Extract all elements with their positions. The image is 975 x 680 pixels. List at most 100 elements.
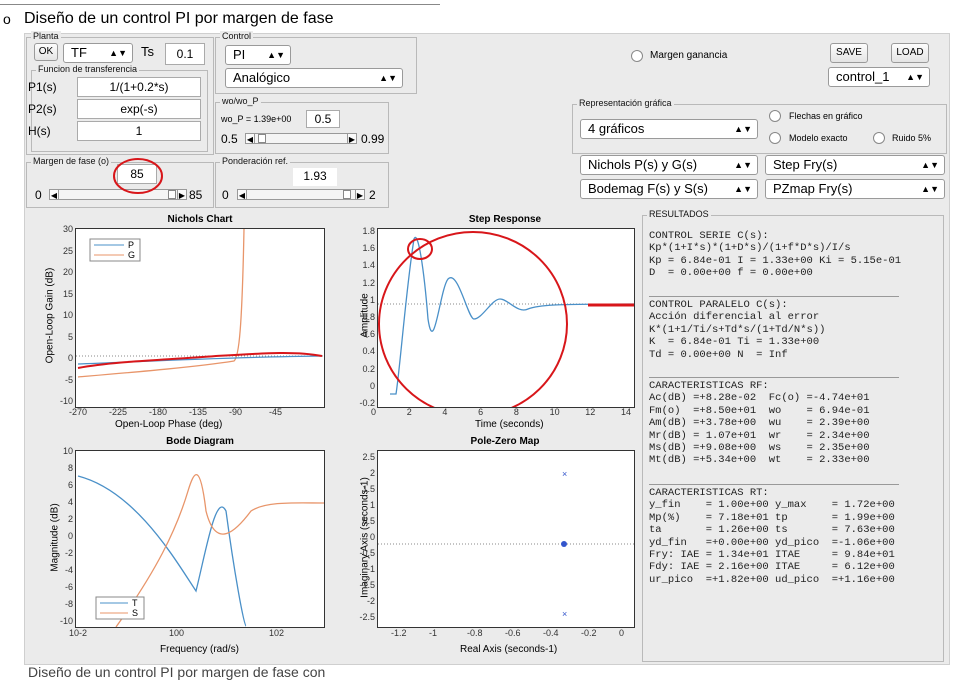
pz-y-tick: 1.5 <box>362 484 375 494</box>
slider-left-arrow-icon[interactable]: ◀ <box>49 189 59 200</box>
nichols-y-tick: 15 <box>62 288 73 299</box>
pz-xlabel: Real Axis (seconds-1) <box>460 644 558 655</box>
p2-field[interactable]: exp(-s) <box>77 99 201 119</box>
step-y-tick: 0.8 <box>362 312 375 322</box>
graficos-select[interactable]: 4 gráficos ▲▼ <box>580 119 758 139</box>
control-group-title: Control <box>220 31 254 41</box>
step-y-tick: 1.2 <box>362 277 375 288</box>
pole-marker-upper: × <box>562 469 567 479</box>
nichols-y-tick: 30 <box>62 224 73 234</box>
step-x-tick: 10 <box>549 407 560 417</box>
doc-title: Diseño de un control PI por margen de fa… <box>24 10 334 27</box>
control-type-select[interactable]: PI ▲▼ <box>225 45 291 65</box>
modelo-exacto-radio[interactable] <box>769 132 781 144</box>
bode-y-tick: -10 <box>59 616 73 626</box>
chevron-updown-icon: ▲▼ <box>921 184 939 194</box>
pz-y-tick: -0.5 <box>359 548 375 558</box>
flechas-label: Flechas en gráfico <box>789 111 863 121</box>
step-x-tick: 8 <box>513 407 519 417</box>
plot1-select[interactable]: Nichols P(s) y G(s) ▲▼ <box>580 155 758 175</box>
ponderacion-slider[interactable]: ◀ ▶ <box>237 189 365 200</box>
flechas-radio[interactable] <box>769 110 781 122</box>
h-field[interactable]: 1 <box>77 121 201 141</box>
doc-bullet: o <box>3 11 11 27</box>
wo-field[interactable]: 0.5 <box>306 110 340 128</box>
plot1-value: Nichols P(s) y G(s) <box>588 157 698 172</box>
pz-y-tick: 2.5 <box>362 452 375 462</box>
ok-button[interactable]: OK <box>34 43 58 61</box>
pz-x-tick: 0 <box>619 628 625 638</box>
control-mode-select[interactable]: Analógico ▲▼ <box>225 68 403 88</box>
margen-ganancia-radio[interactable] <box>631 50 643 62</box>
ponderacion-field[interactable]: 1.93 <box>293 168 337 186</box>
nichols-y-tick: 10 <box>62 310 73 320</box>
step-x-tick: 4 <box>442 407 448 417</box>
legend-p-label: P <box>128 240 134 250</box>
ts-field[interactable]: 0.1 <box>165 43 205 65</box>
pz-y-tick: -2 <box>366 596 375 606</box>
step-y-tick: 0 <box>369 380 375 391</box>
matlab-gui-panel: Planta OK TF ▲▼ Ts 0.1 Funcion de transfe… <box>24 31 950 665</box>
pz-x-tick: -0.2 <box>581 628 597 638</box>
graficos-value: 4 gráficos <box>588 121 645 136</box>
slider-right-arrow-icon[interactable]: ▶ <box>347 133 357 144</box>
slider-left-arrow-icon[interactable]: ◀ <box>245 133 255 144</box>
bode-x-tick: 102 <box>269 628 285 638</box>
p1-field[interactable]: 1/(1+0.2*s) <box>77 77 201 97</box>
chevron-updown-icon[interactable]: ▲▼ <box>906 68 924 86</box>
config-select[interactable]: control_1 ▲▼ <box>828 67 930 87</box>
nichols-title: Nichols Chart <box>167 214 233 225</box>
bode-y-tick: 4 <box>67 497 73 507</box>
bode-y-tick: -8 <box>64 599 73 609</box>
load-button[interactable]: LOAD <box>891 43 929 63</box>
step-plot[interactable] <box>377 228 635 408</box>
control-type-value: PI <box>233 47 246 62</box>
plot2-select[interactable]: Step Fry(s) ▲▼ <box>765 155 945 175</box>
chevron-updown-icon: ▲▼ <box>109 48 127 58</box>
slider-left-arrow-icon[interactable]: ◀ <box>237 189 247 200</box>
slider-right-arrow-icon[interactable]: ▶ <box>177 189 187 200</box>
config-value: control_1 <box>836 69 890 84</box>
chevron-updown-icon: ▲▼ <box>379 73 397 83</box>
legend-g-label: G <box>128 250 135 260</box>
model-type-select[interactable]: TF ▲▼ <box>63 43 133 63</box>
pz-y-tick: -1 <box>366 564 375 574</box>
step-y-tick: -0.2 <box>359 398 375 408</box>
nichols-x-tick: -270 <box>69 407 88 417</box>
slider-thumb[interactable] <box>257 134 266 143</box>
step-x-tick: 0 <box>371 407 377 417</box>
zero-marker <box>561 541 567 547</box>
pz-plot[interactable]: × × <box>377 450 635 628</box>
results-divider <box>649 484 899 485</box>
bode-plot[interactable]: T S <box>75 450 325 628</box>
annotation-red-circle <box>378 231 568 407</box>
pz-y-tick: -1.5 <box>359 580 375 590</box>
ponderacion-title: Ponderación ref. <box>220 156 291 166</box>
plot3-select[interactable]: Bodemag F(s) y S(s) ▲▼ <box>580 179 758 199</box>
bode-y-tick: 10 <box>62 446 73 456</box>
resultados-title: RESULTADOS <box>647 209 711 219</box>
nichols-y-tick: 0 <box>67 353 73 363</box>
bode-title: Bode Diagram <box>166 436 234 447</box>
slider-thumb[interactable] <box>342 190 351 199</box>
save-button[interactable]: SAVE <box>830 43 868 63</box>
ruido-radio[interactable] <box>873 132 885 144</box>
model-type-value: TF <box>71 45 87 60</box>
margen-min-label: 0 <box>35 188 42 202</box>
step-x-tick: 2 <box>406 407 412 417</box>
wo-slider[interactable]: ◀ ▶ <box>245 133 357 144</box>
plot4-select[interactable]: PZmap Fry(s) ▲▼ <box>765 179 945 199</box>
bode-xlabel: Frequency (rad/s) <box>160 644 239 655</box>
pz-x-tick: -1 <box>429 628 438 638</box>
results-divider <box>649 377 899 378</box>
slider-right-arrow-icon[interactable]: ▶ <box>355 189 365 200</box>
ponderacion-max-label: 2 <box>369 188 376 202</box>
legend-s-label: S <box>132 608 138 618</box>
nichols-x-tick: -225 <box>109 407 128 417</box>
nichols-plot[interactable]: P G <box>75 228 325 408</box>
bode-y-tick: 0 <box>67 531 73 541</box>
chevron-updown-icon: ▲▼ <box>267 50 285 60</box>
step-svg <box>378 231 634 407</box>
pz-y-tick: -2.5 <box>359 612 375 622</box>
bode-y-tick: -4 <box>64 565 73 575</box>
